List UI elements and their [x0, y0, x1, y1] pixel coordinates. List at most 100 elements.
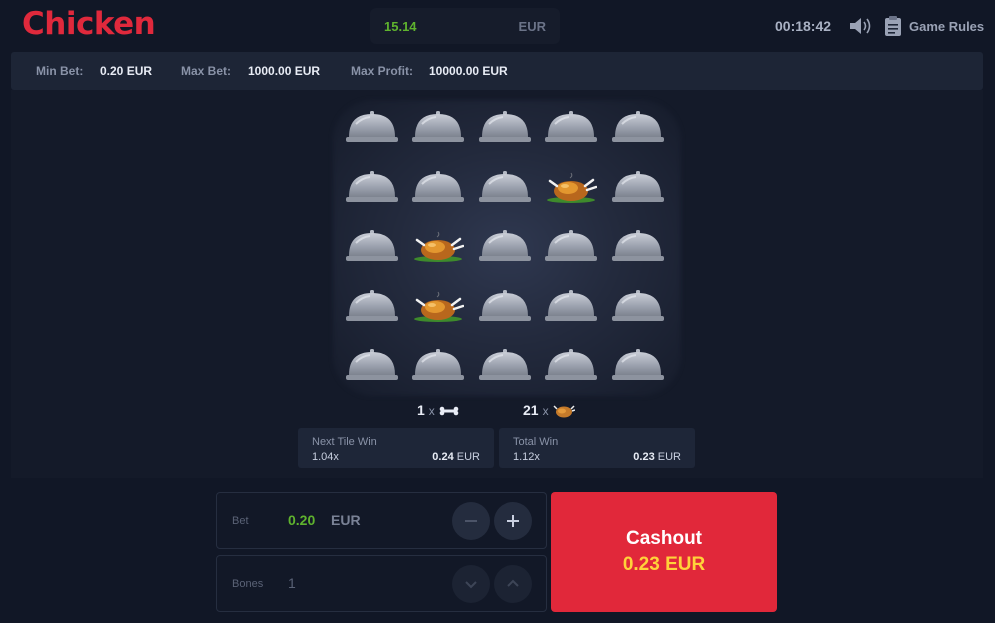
game-board: 1x 21 x Next Tile Win 1.04x 0.24 EUR Tota… [11, 90, 983, 478]
covered-tile[interactable] [337, 225, 403, 285]
cloche-icon [478, 111, 531, 142]
covered-tile[interactable] [603, 344, 669, 404]
min-bet-label: Min Bet: [36, 64, 84, 78]
chevron-up-icon [507, 579, 519, 587]
bones-counter: 1x [417, 402, 459, 418]
cloche-icon [346, 230, 398, 262]
balance-currency: EUR [518, 19, 546, 34]
cloche-icon [346, 111, 398, 142]
total-win-multiplier: 1.12x [513, 451, 540, 463]
min-bet-value: 0.20 EUR [100, 64, 153, 78]
cloche-icon [478, 230, 531, 262]
bones-count: 1 [417, 402, 425, 418]
chickens-count: 21 [523, 402, 539, 418]
bones-control: Bones 1 [216, 555, 547, 612]
max-bet-label: Max Bet: [181, 64, 232, 78]
next-tile-win-label: Next Tile Win [312, 436, 377, 448]
cloche-icon [346, 349, 398, 381]
cloche-icon [478, 289, 531, 321]
covered-tile[interactable] [337, 285, 403, 345]
roast-chicken-icon [547, 172, 598, 203]
roast-chicken-icon [414, 231, 465, 263]
revealed-chicken-tile[interactable] [403, 225, 469, 285]
increase-bones-button[interactable] [494, 565, 532, 603]
cloche-icon [611, 111, 664, 142]
roast-chicken-icon [414, 291, 465, 322]
covered-tile[interactable] [337, 106, 403, 166]
cloche-icon [412, 170, 465, 202]
covered-tile[interactable] [337, 344, 403, 404]
cloche-icon [412, 349, 465, 381]
cloche-icon [545, 289, 598, 321]
total-win-amount: 0.23 EUR [633, 451, 681, 463]
covered-tile[interactable] [603, 166, 669, 226]
balance-amount: 15.14 [384, 19, 417, 34]
cloche-icon [412, 111, 465, 142]
bet-limits-bar: Min Bet: 0.20 EUR Max Bet: 1000.00 EUR M… [11, 52, 983, 90]
bet-amount-input[interactable]: 0.20 [288, 512, 315, 528]
game-rules-link[interactable]: Game Rules [909, 19, 984, 34]
bet-label: Bet [232, 515, 249, 527]
covered-tile[interactable] [470, 285, 536, 345]
cloche-icon [478, 349, 531, 381]
cloche-icon [478, 170, 531, 202]
next-tile-win-box: Next Tile Win 1.04x 0.24 EUR [298, 428, 494, 468]
total-win-box: Total Win 1.12x 0.23 EUR [499, 428, 695, 468]
top-bar: Chicken 15.14 EUR 00:18:42 Game Rules [0, 0, 995, 50]
covered-tile[interactable] [536, 225, 602, 285]
covered-tile[interactable] [536, 106, 602, 166]
bone-icon [439, 406, 459, 416]
cloche-icon [611, 349, 664, 381]
covered-tile[interactable] [470, 344, 536, 404]
minus-icon [465, 520, 477, 522]
decrease-bones-button[interactable] [452, 565, 490, 603]
clipboard-icon[interactable] [884, 15, 902, 37]
cloche-icon [611, 230, 664, 262]
tile-grid [337, 106, 669, 388]
covered-tile[interactable] [603, 225, 669, 285]
next-tile-win-multiplier: 1.04x [312, 451, 339, 463]
game-logo: Chicken [22, 6, 156, 42]
max-bet-value: 1000.00 EUR [248, 64, 321, 78]
covered-tile[interactable] [337, 166, 403, 226]
cloche-icon [545, 111, 598, 142]
chickens-counter: 21 x [523, 402, 575, 419]
max-profit-value: 10000.00 EUR [429, 64, 508, 78]
covered-tile[interactable] [470, 166, 536, 226]
cloche-icon [545, 349, 598, 381]
bones-value[interactable]: 1 [288, 575, 296, 591]
covered-tile[interactable] [470, 225, 536, 285]
cloche-icon [346, 289, 398, 321]
cloche-icon [611, 170, 664, 202]
plus-icon [507, 515, 519, 527]
cloche-icon [611, 289, 664, 321]
covered-tile[interactable] [403, 344, 469, 404]
cashout-button[interactable]: Cashout 0.23 EUR [551, 492, 777, 612]
decrease-bet-button[interactable] [452, 502, 490, 540]
covered-tile[interactable] [603, 285, 669, 345]
increase-bet-button[interactable] [494, 502, 532, 540]
total-win-label: Total Win [513, 436, 559, 448]
covered-tile[interactable] [536, 285, 602, 345]
covered-tile[interactable] [403, 106, 469, 166]
cashout-label: Cashout [626, 528, 702, 549]
bet-control: Bet 0.20 EUR [216, 492, 547, 549]
chicken-icon [553, 405, 575, 418]
bones-label: Bones [232, 578, 264, 590]
covered-tile[interactable] [403, 166, 469, 226]
max-profit-label: Max Profit: [351, 64, 414, 78]
balance-display: 15.14 EUR [370, 8, 560, 44]
session-clock: 00:18:42 [775, 18, 832, 34]
revealed-chicken-tile[interactable] [403, 285, 469, 345]
covered-tile[interactable] [536, 344, 602, 404]
cloche-icon [545, 230, 598, 262]
cashout-amount: 0.23 EUR [622, 554, 706, 575]
covered-tile[interactable] [470, 106, 536, 166]
cloche-icon [346, 170, 398, 202]
bet-currency: EUR [331, 512, 361, 528]
chevron-down-icon [465, 581, 477, 589]
next-tile-win-amount: 0.24 EUR [432, 451, 480, 463]
speaker-icon[interactable] [848, 16, 872, 36]
revealed-chicken-tile[interactable] [536, 166, 602, 226]
covered-tile[interactable] [603, 106, 669, 166]
